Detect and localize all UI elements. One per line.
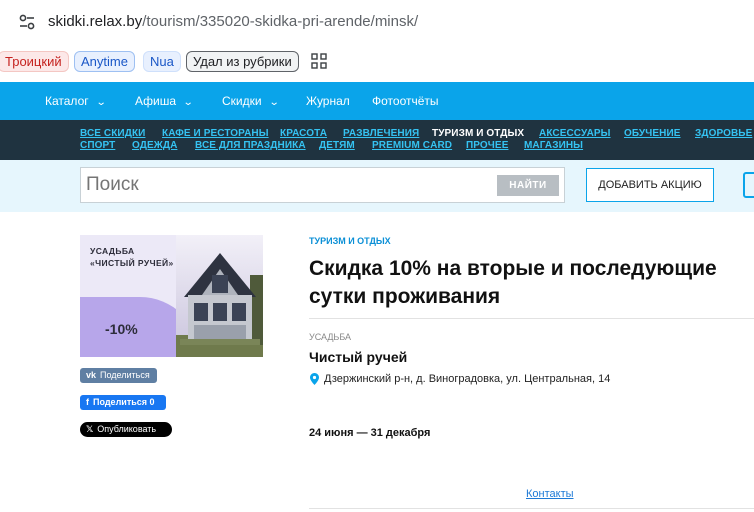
category-premium-card[interactable]: Premium card [372, 140, 452, 151]
category-all-discounts[interactable]: Все скидки [80, 128, 145, 139]
bookmark-anytime[interactable]: Anytime [74, 51, 135, 72]
search-box: НАЙТИ [80, 167, 565, 203]
search-button[interactable]: НАЙТИ [497, 175, 559, 196]
chevron-down-icon: ⌄ [268, 97, 280, 108]
phone-icon[interactable] [743, 172, 754, 198]
main-nav: Каталог ⌄ Афиша ⌄ Скидки ⌄ Журнал Фотоотчёт… [0, 82, 754, 120]
site-settings-icon[interactable] [18, 13, 36, 31]
share-vk-button[interactable]: vk Поделиться [80, 368, 157, 383]
chevron-down-icon: ⌄ [95, 97, 107, 108]
category-clothes[interactable]: Одежда [132, 140, 177, 151]
category-sport[interactable]: Спорт [80, 140, 115, 151]
deal-title: Скидка 10% на вторые и последующие сутки… [309, 257, 717, 308]
facebook-icon: f [86, 397, 89, 407]
nav-skidki[interactable]: Скидки ⌄ [222, 94, 280, 108]
nav-journal[interactable]: Журнал [306, 94, 350, 108]
deal-dates: 24 июня — 31 декабря [309, 427, 431, 439]
share-x-button[interactable]: 𝕏 Опубликовать [80, 422, 172, 437]
category-other[interactable]: Прочее [466, 140, 508, 151]
bookmark-remove-from-rubric[interactable]: Удал из рубрики [186, 51, 299, 72]
category-tourism-active[interactable]: Туризм и отдых [432, 128, 524, 139]
nav-catalog[interactable]: Каталог ⌄ [45, 94, 107, 108]
category-beauty[interactable]: Красота [280, 128, 327, 139]
bookmark-troitsky[interactable]: Троицкий [0, 51, 69, 72]
apps-grid-icon[interactable] [311, 53, 327, 69]
search-input[interactable] [86, 174, 486, 196]
divider [309, 508, 754, 509]
vk-icon: vk [86, 370, 97, 380]
deal-image[interactable]: УСАДЬБА «ЧИСТЫЙ РУЧЕЙ» -10% [80, 235, 263, 357]
deal-category[interactable]: ТУРИЗМ И ОТДЫХ [309, 236, 391, 246]
nav-photoreports[interactable]: Фотоотчёты [372, 94, 439, 108]
category-bar: Все скидки Кафе и рестораны Красота Разв… [0, 120, 754, 160]
category-kids[interactable]: Детям [319, 140, 355, 151]
address-bar[interactable]: skidki.relax.by/tourism/335020-skidka-pr… [0, 0, 754, 44]
contacts-link[interactable]: Контакты [526, 488, 574, 500]
category-education[interactable]: Обучение [624, 128, 681, 139]
url-text[interactable]: skidki.relax.by/tourism/335020-skidka-pr… [48, 13, 418, 30]
category-cafes[interactable]: Кафе и рестораны [162, 128, 269, 139]
divider [309, 318, 754, 319]
category-accessories[interactable]: Аксессуары [539, 128, 611, 139]
bookmarks-bar: Троицкий Anytime Nua Удал из рубрики [0, 48, 754, 76]
org-type: УСАДЬБА [309, 332, 352, 342]
bookmark-nua[interactable]: Nua [143, 51, 181, 72]
share-facebook-button[interactable]: f Поделиться 0 [80, 395, 166, 410]
address-text: Дзержинский р-н, д. Виноградовка, ул. Це… [324, 373, 611, 385]
x-icon: 𝕏 [86, 424, 94, 434]
category-holiday[interactable]: Все для праздника [195, 140, 306, 151]
category-health[interactable]: Здоровье [695, 128, 752, 139]
house-illustration [176, 235, 263, 357]
nav-afisha[interactable]: Афиша ⌄ [135, 94, 194, 108]
category-entertainment[interactable]: Развлечения [343, 128, 419, 139]
org-name[interactable]: Чистый ручей [309, 349, 407, 365]
category-shops[interactable]: Магазины [524, 140, 583, 151]
location-pin-icon [310, 373, 319, 385]
chevron-down-icon: ⌄ [182, 97, 194, 108]
add-deal-button[interactable]: ДОБАВИТЬ АКЦИЮ [586, 168, 714, 202]
